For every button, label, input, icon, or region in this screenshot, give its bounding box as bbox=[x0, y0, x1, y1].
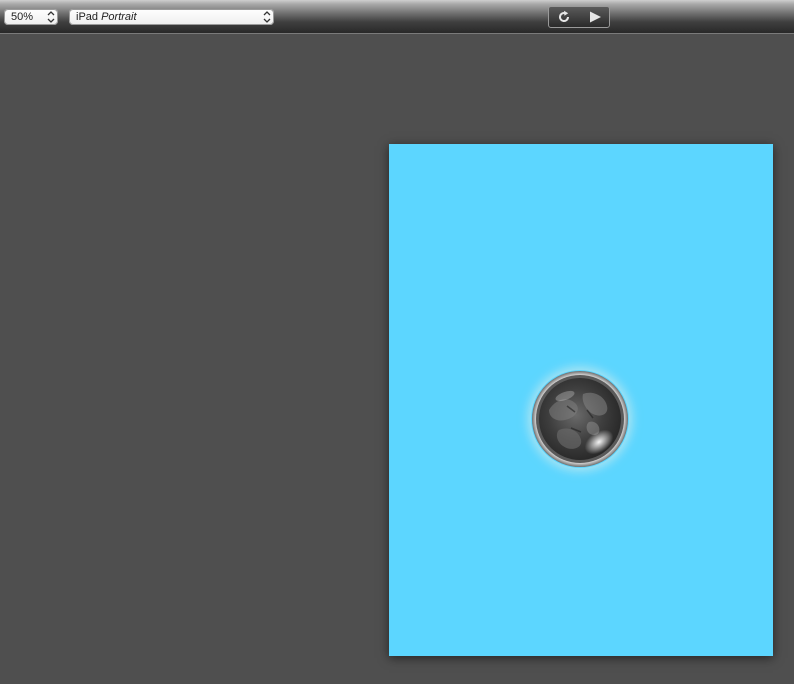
play-button[interactable] bbox=[583, 9, 607, 25]
stepper-arrows-icon bbox=[47, 11, 55, 23]
play-icon bbox=[590, 11, 601, 23]
stepper-arrows-icon bbox=[263, 11, 271, 23]
device-select[interactable]: iPad Portrait bbox=[69, 9, 274, 25]
device-name: iPad bbox=[76, 11, 99, 23]
device-preview-canvas[interactable] bbox=[389, 144, 773, 656]
preview-toolbar: 50% iPad Portrait bbox=[0, 0, 794, 34]
zoom-select[interactable]: 50% bbox=[4, 9, 58, 25]
moon-orb-icon[interactable] bbox=[531, 370, 629, 468]
reload-icon bbox=[559, 10, 569, 22]
playback-controls bbox=[548, 6, 610, 28]
reload-button[interactable] bbox=[552, 9, 576, 25]
zoom-select-value: 50% bbox=[11, 11, 34, 23]
device-orientation: Portrait bbox=[101, 11, 137, 23]
device-select-value: iPad Portrait bbox=[76, 9, 137, 25]
